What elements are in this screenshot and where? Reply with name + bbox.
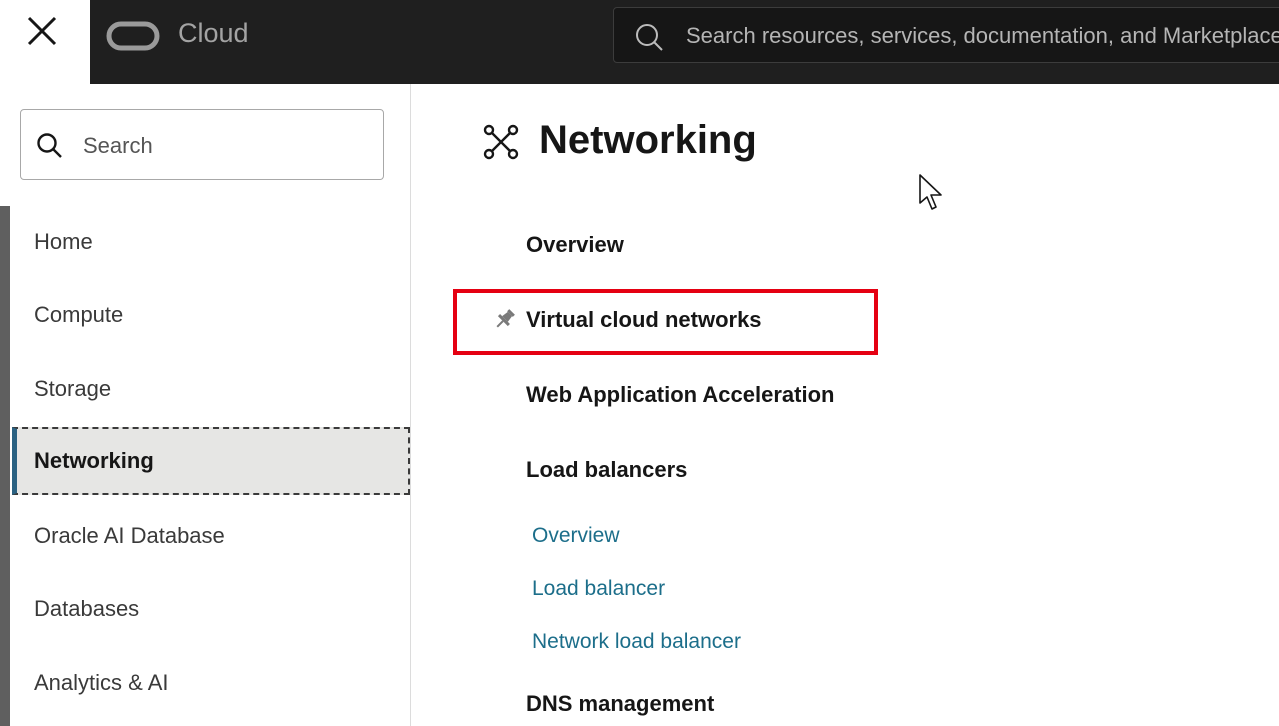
global-search-input[interactable]	[684, 8, 1279, 64]
sidebar: Home Compute Storage Networking Oracle A…	[0, 84, 411, 726]
close-icon	[27, 16, 57, 46]
menu-load-balancers[interactable]: Load balancers	[526, 457, 687, 483]
main-content: Networking Overview Virtual cloud networ…	[411, 84, 1279, 726]
link-load-balancer[interactable]: Load balancer	[532, 577, 665, 601]
link-network-load-balancer[interactable]: Network load balancer	[532, 630, 741, 654]
page-title: Networking	[539, 118, 757, 162]
sidebar-item-home[interactable]: Home	[12, 208, 410, 276]
search-icon	[37, 133, 62, 158]
menu-dns-management[interactable]: DNS management	[526, 691, 714, 717]
sidebar-item-oracle-ai-database[interactable]: Oracle AI Database	[12, 502, 410, 570]
menu-web-application-acceleration[interactable]: Web Application Acceleration	[526, 382, 834, 408]
networking-icon	[483, 124, 519, 160]
close-menu-button[interactable]	[0, 0, 90, 84]
menu-virtual-cloud-networks[interactable]: Virtual cloud networks	[526, 307, 762, 333]
sidebar-search[interactable]	[20, 109, 384, 181]
sidebar-scrollbar[interactable]	[0, 206, 10, 726]
search-icon	[636, 24, 663, 51]
menu-overview[interactable]: Overview	[526, 232, 624, 258]
oracle-logo[interactable]	[106, 21, 160, 51]
link-load-balancers-overview[interactable]: Overview	[532, 524, 620, 548]
sidebar-item-storage[interactable]: Storage	[12, 355, 410, 423]
mouse-cursor-icon	[919, 174, 942, 210]
sidebar-item-compute[interactable]: Compute	[12, 281, 410, 349]
sidebar-item-databases[interactable]: Databases	[12, 575, 410, 643]
global-search[interactable]	[613, 7, 1279, 64]
sidebar-item-networking[interactable]: Networking	[12, 427, 410, 495]
pin-icon[interactable]	[493, 307, 517, 331]
sidebar-item-analytics-ai[interactable]: Analytics & AI	[12, 649, 410, 717]
sidebar-search-input[interactable]	[81, 110, 375, 181]
brand-name: Cloud	[178, 18, 249, 48]
top-bar: Cloud	[0, 0, 1279, 84]
